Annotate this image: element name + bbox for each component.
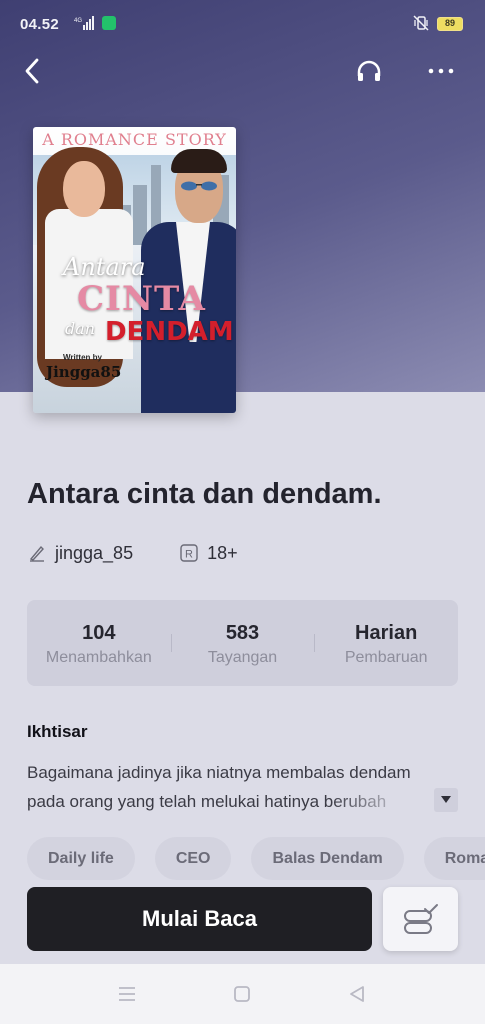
- more-horizontal-icon: [428, 68, 454, 74]
- audio-button[interactable]: [352, 54, 386, 88]
- signal-icon: 4G: [74, 16, 94, 30]
- tag-chip[interactable]: Balas Dendam: [251, 837, 404, 880]
- tag-chip[interactable]: Daily life: [27, 837, 135, 880]
- cover-title-line3: dan: [65, 319, 96, 338]
- vibrate-mute-icon: [413, 15, 429, 31]
- home-icon[interactable]: [231, 984, 253, 1004]
- cover-title-line2: CINTA: [77, 279, 206, 319]
- cover-title-line4: DENDAM: [105, 317, 234, 347]
- status-time: 04.52: [20, 16, 60, 33]
- book-meta: jingga_85 R 18+: [27, 541, 238, 565]
- expand-synopsis-button[interactable]: [434, 788, 458, 812]
- stat-value: 104: [82, 622, 116, 644]
- stat-update: Harian Pembaruan: [314, 600, 458, 686]
- top-nav: [0, 48, 485, 92]
- age-rating-label: 18+: [207, 542, 238, 563]
- more-button[interactable]: [424, 54, 458, 88]
- r-rating-icon: R: [180, 544, 198, 562]
- author-name[interactable]: jingga_85: [55, 543, 133, 564]
- cover-title-line1: Antara: [63, 253, 146, 281]
- stat-value: 583: [225, 622, 260, 644]
- stat-label: Tayangan: [207, 649, 278, 666]
- headphones-icon: [357, 60, 381, 81]
- stat-label: Pembaruan: [344, 649, 428, 666]
- status-bar: 04.52 4G 89: [0, 0, 485, 48]
- battery-indicator: 89: [437, 17, 463, 31]
- stat-views: 583 Tayangan: [170, 600, 315, 686]
- stat-label: Menambahkan: [45, 649, 152, 666]
- tag-list: Daily life CEO Balas Dendam Romance: [27, 837, 485, 881]
- sunglasses-icon: [181, 181, 217, 191]
- cover-author: Jingga85: [46, 363, 122, 381]
- svg-text:4G: 4G: [74, 18, 82, 24]
- system-navigation-bar: [0, 964, 485, 1024]
- tag-chip[interactable]: CEO: [154, 837, 232, 880]
- cover-written-by: Written by: [63, 353, 102, 362]
- notification-app-icon: [102, 16, 116, 30]
- stats-panel: 104 Menambahkan 583 Tayangan Harian Pemb…: [27, 600, 458, 686]
- synopsis-heading: Ikhtisar: [27, 722, 88, 741]
- age-rating: R 18+: [179, 543, 238, 564]
- book-title: Antara cinta dan dendam.: [27, 478, 382, 510]
- chevron-left-icon: [25, 58, 39, 84]
- menu-icon[interactable]: [116, 984, 138, 1004]
- caret-down-icon: [441, 796, 451, 803]
- tag-chip[interactable]: Romance: [423, 837, 485, 880]
- stat-value: Harian: [355, 622, 418, 644]
- stat-added: 104 Menambahkan: [27, 600, 171, 686]
- pen-icon: [29, 545, 44, 562]
- back-button[interactable]: [16, 54, 50, 88]
- book-cover[interactable]: A ROMANCE STORY Antara CINTA dan DENDAM …: [33, 127, 236, 413]
- chapter-list-icon: [403, 904, 438, 934]
- cover-tagline: A ROMANCE STORY: [42, 130, 227, 149]
- chapter-list-button[interactable]: [383, 887, 458, 951]
- svg-text:R: R: [185, 549, 193, 561]
- back-triangle-icon[interactable]: [346, 984, 368, 1004]
- start-reading-button[interactable]: Mulai Baca: [27, 887, 372, 951]
